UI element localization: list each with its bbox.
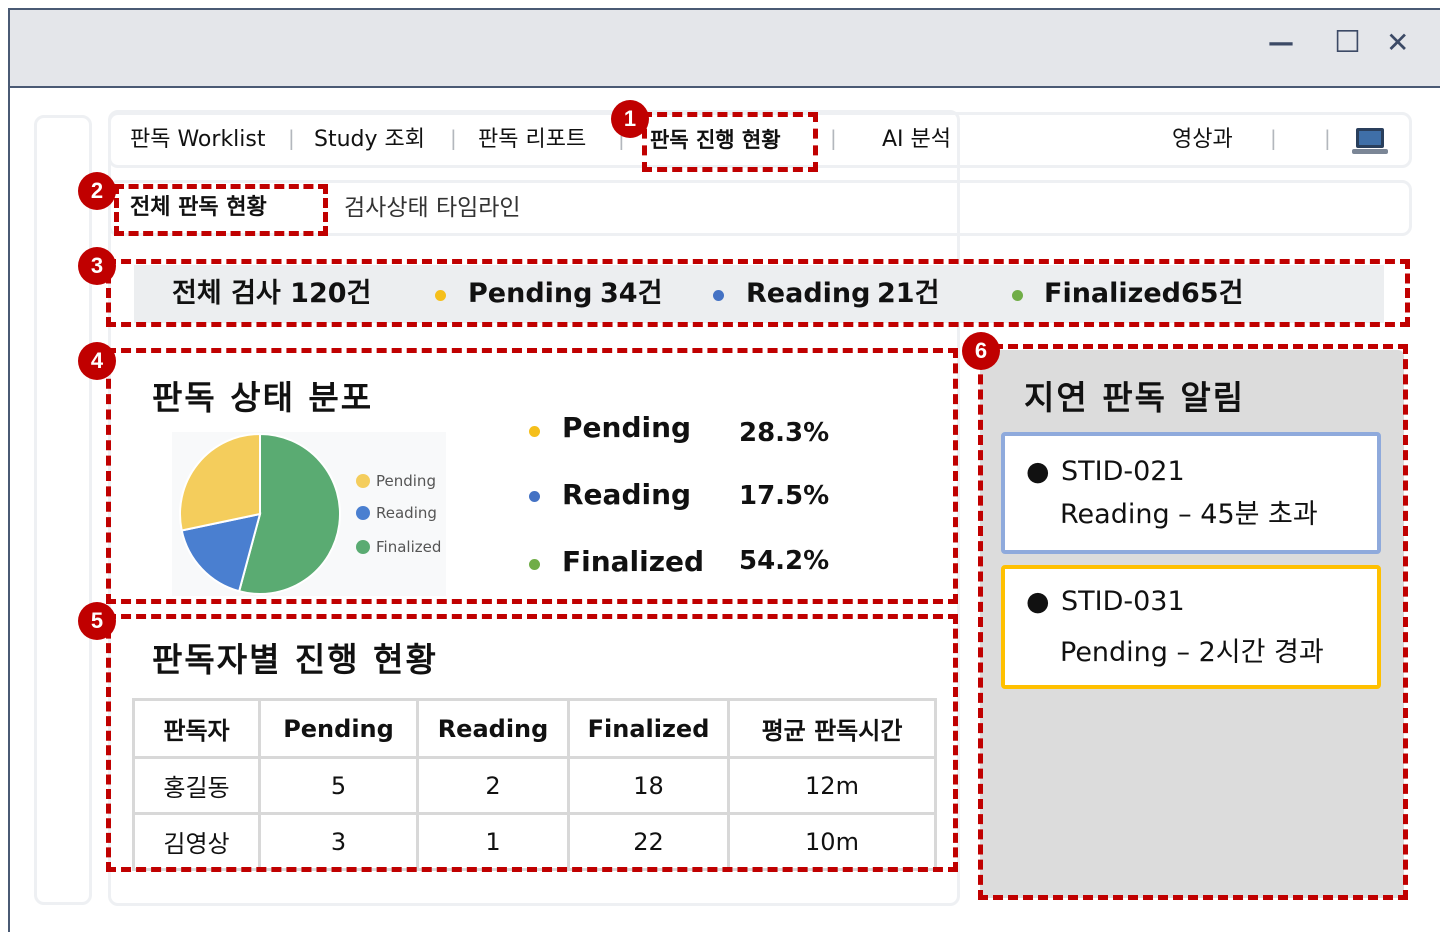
nav-separator: | (450, 126, 457, 150)
highlight-box-5 (106, 614, 958, 872)
annotation-badge-6: 6 (962, 332, 1000, 370)
maximize-icon[interactable]: ☐ (1334, 28, 1361, 58)
annotation-badge-1: 1 (611, 100, 649, 138)
annotation-badge-4: 4 (78, 342, 116, 380)
highlight-box-3 (106, 259, 1410, 327)
subtab-timeline[interactable]: 검사상태 타임라인 (344, 192, 521, 224)
left-sidebar (34, 115, 92, 905)
title-bar (10, 10, 1440, 88)
minimize-icon[interactable]: — (1268, 28, 1294, 58)
close-icon[interactable]: ✕ (1386, 28, 1409, 58)
highlight-box-1 (642, 112, 818, 172)
highlight-box-2 (114, 184, 328, 236)
nav-separator: | (1324, 126, 1331, 150)
nav-separator: | (288, 126, 295, 150)
nav-tab-ai[interactable]: AI 분석 (882, 124, 951, 156)
annotation-badge-2: 2 (78, 172, 116, 210)
nav-separator: | (830, 126, 837, 150)
annotation-badge-3: 3 (78, 247, 116, 285)
nav-separator: | (1270, 126, 1277, 150)
highlight-box-4 (106, 348, 958, 604)
department-label: 영상과 (1172, 127, 1233, 152)
annotation-badge-5: 5 (78, 602, 116, 640)
laptop-icon[interactable] (1352, 126, 1388, 158)
nav-tab-worklist[interactable]: 판독 Worklist (130, 124, 266, 156)
nav-tab-study[interactable]: Study 조회 (314, 124, 425, 156)
nav-tab-report[interactable]: 판독 리포트 (478, 124, 586, 156)
highlight-box-6 (978, 344, 1408, 900)
